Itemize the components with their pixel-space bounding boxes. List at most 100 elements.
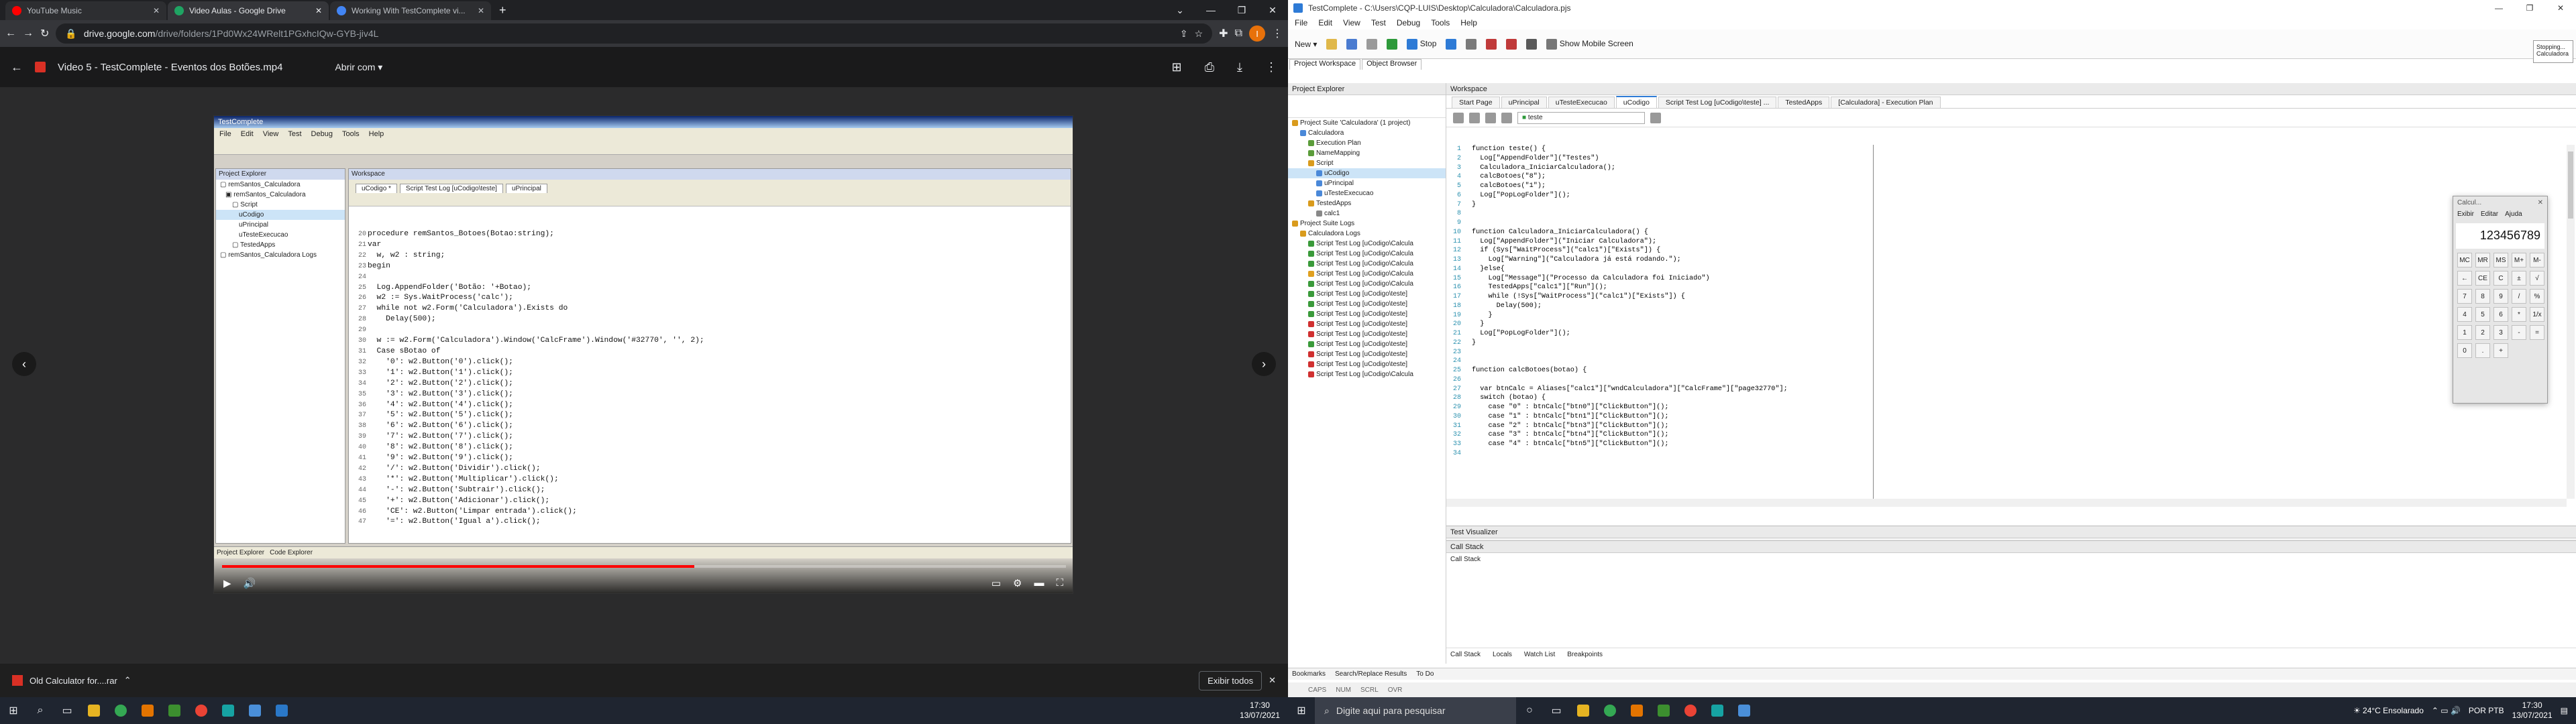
- tree-item[interactable]: Script Test Log [uCodigo\Calcula: [1288, 259, 1446, 269]
- maximize-icon[interactable]: ❐: [2514, 3, 2545, 13]
- calculator-key[interactable]: 6: [2493, 307, 2508, 322]
- tree-item[interactable]: Execution Plan: [1288, 138, 1446, 148]
- fullscreen-icon[interactable]: ⛶: [1056, 577, 1063, 589]
- language-indicator[interactable]: POR PTB: [2469, 706, 2504, 715]
- open-with-button[interactable]: Abrir com ▾: [335, 62, 382, 73]
- tree-item[interactable]: Script Test Log [uCodigo\Calcula: [1288, 249, 1446, 259]
- volume-icon[interactable]: 🔊: [244, 577, 256, 589]
- back-icon[interactable]: ←: [5, 27, 16, 40]
- previous-file-icon[interactable]: ‹: [12, 352, 36, 376]
- tab-call-stack[interactable]: Call Stack: [1450, 651, 1481, 658]
- menu-test[interactable]: Test: [1371, 18, 1386, 27]
- tree-item[interactable]: Script: [1288, 158, 1446, 168]
- testcomplete-icon[interactable]: [215, 697, 241, 724]
- menu-debug[interactable]: Debug: [1397, 18, 1420, 27]
- tree-item[interactable]: uTesteExecucao: [1288, 188, 1446, 198]
- next-file-icon[interactable]: ›: [1252, 352, 1276, 376]
- tree-item[interactable]: Script Test Log [uCodigo\teste]: [1288, 319, 1446, 329]
- chrome-icon[interactable]: [1677, 697, 1704, 724]
- add-to-drive-icon[interactable]: ⊞: [1172, 60, 1182, 74]
- calculator-key[interactable]: ±: [2512, 271, 2526, 286]
- calculator-key[interactable]: 0: [2457, 343, 2472, 358]
- app-icon[interactable]: [134, 697, 161, 724]
- menu-ajuda[interactable]: Ajuda: [2505, 210, 2522, 218]
- tab-object-browser[interactable]: Object Browser: [1362, 59, 1422, 70]
- tab-google-drive[interactable]: Video Aulas - Google Drive ✕: [168, 1, 329, 20]
- print-icon[interactable]: ⎙: [1205, 60, 1214, 74]
- run-icon[interactable]: [1387, 38, 1398, 50]
- save-icon[interactable]: [1346, 38, 1358, 50]
- tab-ucodigo[interactable]: uCodigo: [1615, 96, 1657, 108]
- file-explorer-icon[interactable]: [1570, 697, 1597, 724]
- tree-item[interactable]: Calculadora: [1288, 128, 1446, 138]
- minimize-icon[interactable]: —: [1195, 0, 1226, 20]
- calculator-key[interactable]: %: [2530, 289, 2544, 304]
- chrome-icon[interactable]: [107, 697, 134, 724]
- calculator-key[interactable]: ←: [2457, 271, 2472, 286]
- download-filename[interactable]: Old Calculator for....rar: [30, 676, 117, 686]
- tree-item[interactable]: Script Test Log [uCodigo\teste]: [1288, 329, 1446, 339]
- horizontal-scrollbar[interactable]: [1446, 499, 2567, 507]
- close-window-icon[interactable]: ✕: [1257, 0, 1288, 20]
- comment-icon[interactable]: [1485, 112, 1496, 123]
- tab-search-replace[interactable]: Search/Replace Results: [1335, 670, 1407, 678]
- tab-search-icon[interactable]: ⌄: [1165, 0, 1195, 20]
- calculator-key[interactable]: √: [2530, 271, 2544, 286]
- calculator-key[interactable]: MS: [2493, 253, 2508, 267]
- debug-icon[interactable]: [1506, 38, 1517, 50]
- calculator-key[interactable]: =: [2530, 325, 2544, 340]
- calculator-key[interactable]: 2: [2475, 325, 2490, 340]
- start-icon[interactable]: ⊞: [0, 697, 27, 724]
- app-icon[interactable]: [161, 697, 188, 724]
- calculator-key[interactable]: -: [2512, 325, 2526, 340]
- menu-tools[interactable]: Tools: [1431, 18, 1450, 27]
- menu-view[interactable]: View: [1343, 18, 1360, 27]
- vertical-scrollbar[interactable]: [2567, 145, 2575, 499]
- captions-icon[interactable]: ▭: [991, 577, 1001, 589]
- app-icon[interactable]: [1623, 697, 1650, 724]
- puzzle-icon[interactable]: ⧉: [1235, 27, 1242, 40]
- download-icon[interactable]: ⤓: [1237, 60, 1242, 74]
- tree-item[interactable]: TestedApps: [1288, 198, 1446, 208]
- tab-uprincipal[interactable]: uPrincipal: [1501, 97, 1547, 108]
- calculator-key[interactable]: .: [2475, 343, 2490, 358]
- tab-locals[interactable]: Locals: [1493, 651, 1512, 658]
- tree-item[interactable]: uCodigo: [1288, 168, 1446, 178]
- star-icon[interactable]: ☆: [1195, 28, 1203, 40]
- tab-execution-plan[interactable]: [Calculadora] - Execution Plan: [1831, 97, 1941, 108]
- calculator-key[interactable]: /: [2512, 289, 2526, 304]
- cortana-icon[interactable]: ○: [1516, 697, 1543, 724]
- tree-item[interactable]: Script Test Log [uCodigo\teste]: [1288, 339, 1446, 349]
- open-icon[interactable]: [1326, 38, 1338, 50]
- calculator-key[interactable]: MR: [2475, 253, 2490, 267]
- tab-breakpoints[interactable]: Breakpoints: [1567, 651, 1603, 658]
- tab-script-test-log[interactable]: Script Test Log [uCodigo\teste] ...: [1658, 97, 1777, 108]
- back-arrow-icon[interactable]: ←: [11, 60, 23, 74]
- tab-project-workspace[interactable]: Project Workspace: [1289, 59, 1361, 70]
- tree-item[interactable]: calc1: [1288, 208, 1446, 219]
- new-button[interactable]: New ▾: [1295, 40, 1317, 49]
- tree-item[interactable]: Project Suite 'Calculadora' (1 project): [1288, 118, 1446, 128]
- task-view-icon[interactable]: ▭: [1543, 697, 1570, 724]
- calculator-key[interactable]: 4: [2457, 307, 2472, 322]
- weather-icon[interactable]: ☀ 24°C Ensolarado: [2353, 706, 2424, 715]
- record-icon[interactable]: [1366, 38, 1378, 50]
- tree-item[interactable]: Project Suite Logs: [1288, 219, 1446, 229]
- calculator-key[interactable]: 8: [2475, 289, 2490, 304]
- tree-item[interactable]: Script Test Log [uCodigo\teste]: [1288, 349, 1446, 359]
- tray-icons[interactable]: ⌃ ▭ 🔊: [2432, 706, 2461, 715]
- reload-icon[interactable]: ↻: [40, 27, 49, 40]
- tree-item[interactable]: Script Test Log [uCodigo\Calcula: [1288, 369, 1446, 379]
- play-icon[interactable]: ▶: [223, 577, 231, 589]
- tree-item[interactable]: Script Test Log [uCodigo\teste]: [1288, 289, 1446, 299]
- video-player[interactable]: TestComplete File Edit View Test Debug Tools H…: [213, 115, 1073, 594]
- tab-watch-list[interactable]: Watch List: [1524, 651, 1555, 658]
- file-explorer-icon[interactable]: [80, 697, 107, 724]
- video-progress-bar[interactable]: [222, 565, 1066, 568]
- testcomplete-icon[interactable]: [1704, 697, 1731, 724]
- close-icon[interactable]: ✕: [2538, 199, 2547, 206]
- app-icon[interactable]: [1731, 697, 1758, 724]
- tree-item[interactable]: NameMapping: [1288, 148, 1446, 158]
- start-icon[interactable]: ⊞: [1288, 697, 1315, 724]
- bookmark-icon[interactable]: [1650, 112, 1661, 123]
